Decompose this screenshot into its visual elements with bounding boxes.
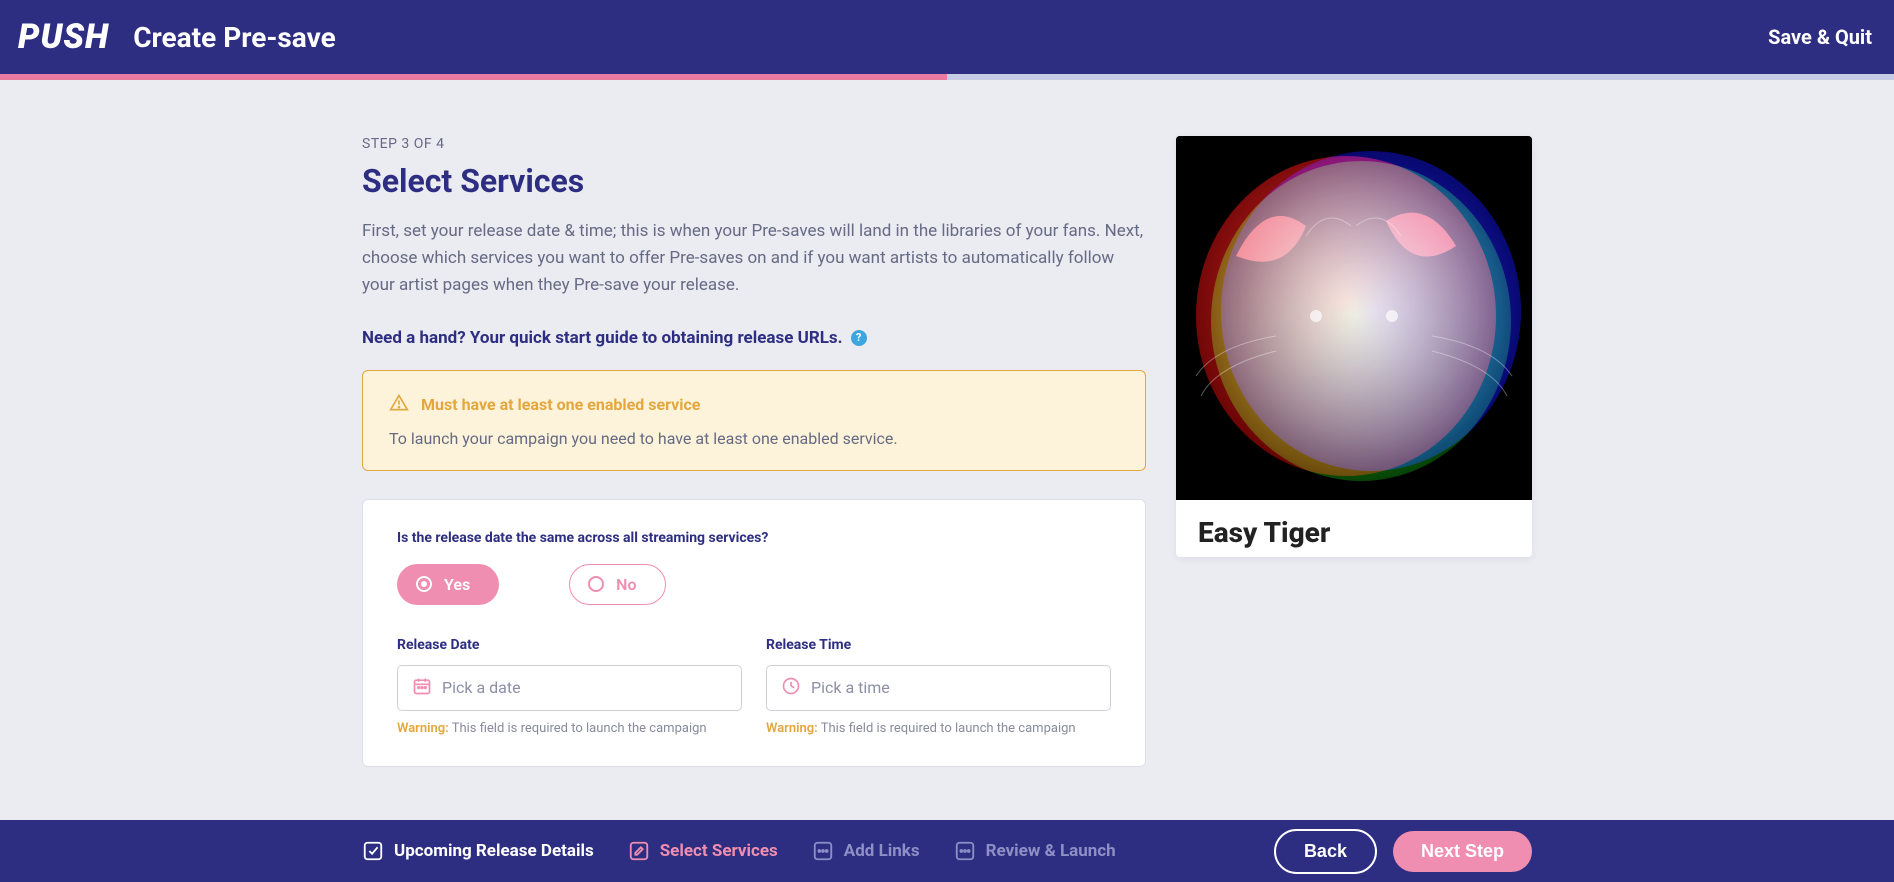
warning-title-text: Must have at least one enabled service <box>421 395 700 414</box>
step-upcoming-release-details[interactable]: Upcoming Release Details <box>362 840 594 862</box>
section-title: Select Services <box>362 162 1146 200</box>
help-guide-link[interactable]: Need a hand? Your quick start guide to o… <box>362 328 1146 348</box>
logo: PUSH <box>18 17 109 57</box>
save-and-quit-button[interactable]: Save & Quit <box>1768 25 1872 49</box>
dots-icon <box>954 840 976 862</box>
warning-body-text: To launch your campaign you need to have… <box>389 429 1119 448</box>
release-date-placeholder: Pick a date <box>442 678 521 697</box>
release-time-warning: Warning: This field is required to launc… <box>766 721 1111 736</box>
app-header: PUSH Create Pre-save Save & Quit <box>0 0 1894 74</box>
radio-no[interactable]: No <box>569 564 665 605</box>
next-step-button[interactable]: Next Step <box>1393 831 1532 872</box>
release-time-placeholder: Pick a time <box>811 678 890 697</box>
dots-icon <box>812 840 834 862</box>
edit-icon <box>628 840 650 862</box>
release-preview-title: Easy Tiger <box>1176 500 1532 557</box>
step-review-launch[interactable]: Review & Launch <box>954 840 1116 862</box>
page-title: Create Pre-save <box>133 21 335 54</box>
warning-alert: Must have at least one enabled service T… <box>362 370 1146 471</box>
main-scroll-area: STEP 3 OF 4 Select Services First, set y… <box>0 80 1894 820</box>
check-icon <box>362 840 384 862</box>
back-button[interactable]: Back <box>1274 829 1377 874</box>
release-date-warning: Warning: This field is required to launc… <box>397 721 742 736</box>
section-description: First, set your release date & time; thi… <box>362 218 1146 300</box>
release-date-input[interactable]: Pick a date <box>397 665 742 711</box>
step-label: STEP 3 OF 4 <box>362 136 1146 152</box>
release-time-label: Release Time <box>766 637 1111 653</box>
clock-icon <box>781 676 801 700</box>
form-question: Is the release date the same across all … <box>397 530 1111 546</box>
release-artwork <box>1176 136 1532 500</box>
release-time-input[interactable]: Pick a time <box>766 665 1111 711</box>
release-form-card: Is the release date the same across all … <box>362 499 1146 767</box>
step-select-services[interactable]: Select Services <box>628 840 778 862</box>
release-date-label: Release Date <box>397 637 742 653</box>
help-icon: ? <box>851 330 867 346</box>
radio-no-label: No <box>616 575 636 594</box>
radio-yes-label: Yes <box>444 575 470 594</box>
step-add-links[interactable]: Add Links <box>812 840 920 862</box>
wizard-footer: Upcoming Release Details Select Services… <box>0 820 1894 882</box>
steps-nav: Upcoming Release Details Select Services… <box>362 840 1116 862</box>
warning-icon <box>389 393 409 417</box>
radio-yes[interactable]: Yes <box>397 564 499 605</box>
help-guide-text: Need a hand? Your quick start guide to o… <box>362 328 843 348</box>
release-preview-card: Easy Tiger <box>1176 136 1532 557</box>
calendar-icon <box>412 676 432 700</box>
